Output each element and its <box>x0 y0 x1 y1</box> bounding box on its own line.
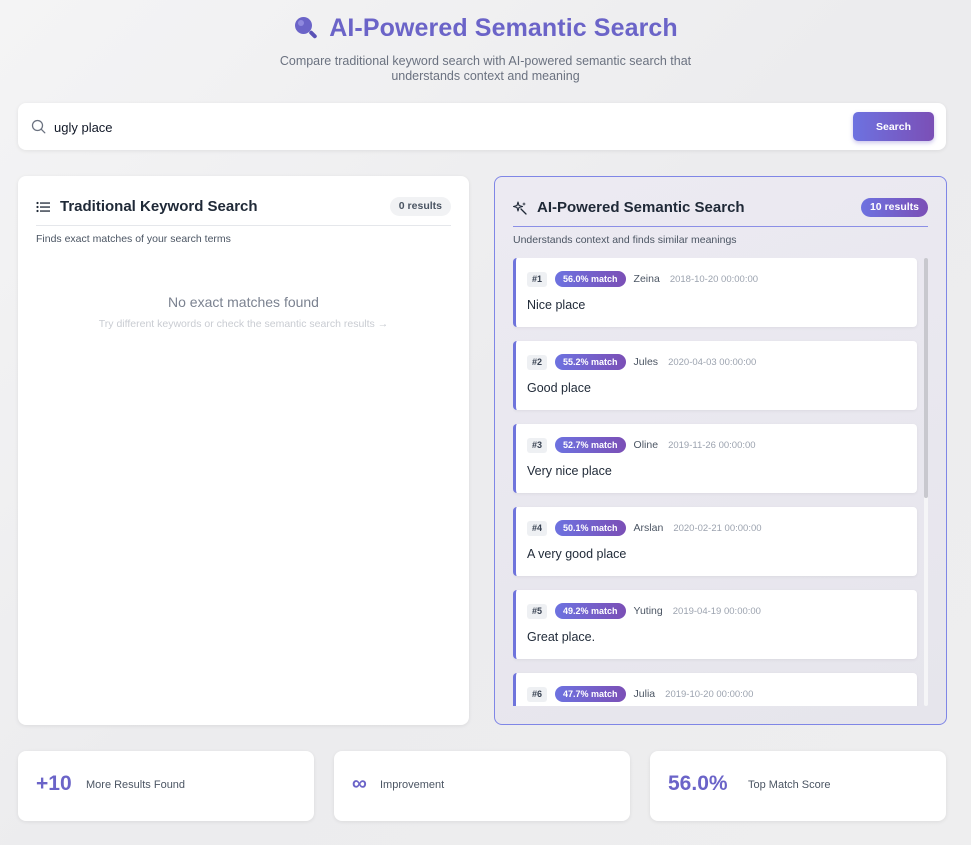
result-card[interactable]: #4 50.1% match Arslan 2020-02-21 00:00:0… <box>513 507 917 576</box>
stat-value: ∞ <box>352 772 367 795</box>
result-author: Oline <box>633 439 659 451</box>
result-card[interactable]: #6 47.7% match Julia 2019-10-20 00:00:00 <box>513 673 917 706</box>
result-rank: #1 <box>527 271 548 287</box>
search-input[interactable] <box>54 114 834 140</box>
semantic-search-panel: AI-Powered Semantic Search 10 results Un… <box>494 176 947 725</box>
stat-card-more-results: +10 More Results Found <box>18 751 314 821</box>
result-text: Great place. <box>527 630 596 644</box>
stat-label: Top Match Score <box>748 779 831 791</box>
title-row: AI-Powered Semantic Search <box>0 12 971 44</box>
result-date: 2020-04-03 00:00:00 <box>668 356 757 368</box>
result-date: 2019-11-26 00:00:00 <box>668 439 756 451</box>
result-text: A very good place <box>527 547 627 561</box>
search-icon <box>31 119 46 134</box>
stat-card-improvement: ∞ Improvement <box>334 751 630 821</box>
result-date: 2019-04-19 00:00:00 <box>672 605 761 617</box>
result-card[interactable]: #3 52.7% match Oline 2019-11-26 00:00:00… <box>513 424 917 493</box>
semantic-results-list[interactable]: #1 56.0% match Zeina 2018-10-20 00:00:00… <box>513 258 929 706</box>
result-meta: #2 55.2% match Jules 2020-04-03 00:00:00 <box>527 354 756 370</box>
result-rank: #2 <box>527 354 548 370</box>
result-meta: #1 56.0% match Zeina 2018-10-20 00:00:00 <box>527 271 758 287</box>
search-bar: Search <box>18 103 946 150</box>
keyword-panel-description: Finds exact matches of your search terms <box>36 233 231 245</box>
result-author: Arslan <box>633 522 664 534</box>
semantic-panel-title: AI-Powered Semantic Search <box>537 199 745 216</box>
match-score-badge: 55.2% match <box>555 354 626 370</box>
result-meta: #5 49.2% match Yuting 2019-04-19 00:00:0… <box>527 603 761 619</box>
stat-label: Improvement <box>380 779 445 791</box>
page-title: AI-Powered Semantic Search <box>329 13 678 42</box>
empty-state-hint: Try different keywords or check the sema… <box>98 318 389 330</box>
results-scrollbar[interactable] <box>924 258 928 706</box>
result-card[interactable]: #1 56.0% match Zeina 2018-10-20 00:00:00… <box>513 258 917 327</box>
result-rank: #5 <box>527 603 548 619</box>
result-text: Nice place <box>527 298 586 312</box>
result-rank: #3 <box>527 437 548 453</box>
semantic-panel-description: Understands context and finds similar me… <box>513 234 737 246</box>
keyword-search-panel: Traditional Keyword Search 0 results Fin… <box>18 176 469 725</box>
match-score-badge: 49.2% match <box>555 603 626 619</box>
result-rank: #4 <box>527 520 548 536</box>
result-author: Yuting <box>633 605 663 617</box>
result-date: 2020-02-21 00:00:00 <box>673 522 762 534</box>
stat-card-top-match: 56.0% Top Match Score <box>650 751 946 821</box>
semantic-panel-header: AI-Powered Semantic Search 10 results <box>513 191 928 227</box>
match-score-badge: 56.0% match <box>555 271 626 287</box>
keyword-result-count-badge: 0 results <box>389 197 451 216</box>
magnifier-icon <box>295 17 317 39</box>
result-rank: #6 <box>527 686 548 702</box>
match-score-badge: 47.7% match <box>555 686 626 702</box>
result-author: Zeina <box>633 273 660 285</box>
keyword-panel-header: Traditional Keyword Search 0 results <box>36 190 451 226</box>
page-header: AI-Powered Semantic Search Compare tradi… <box>0 12 971 84</box>
match-score-badge: 50.1% match <box>555 520 626 536</box>
result-meta: #3 52.7% match Oline 2019-11-26 00:00:00 <box>527 437 756 453</box>
stat-label: More Results Found <box>86 779 186 791</box>
page-subtitle: Compare traditional keyword search with … <box>279 54 692 83</box>
sparkles-icon <box>513 200 527 215</box>
semantic-result-count-badge: 10 results <box>860 198 928 217</box>
result-text: Good place <box>527 381 591 395</box>
stat-value: +10 <box>36 772 72 795</box>
result-meta: #6 47.7% match Julia 2019-10-20 00:00:00 <box>527 686 753 702</box>
result-meta: #4 50.1% match Arslan 2020-02-21 00:00:0… <box>527 520 762 536</box>
result-card[interactable]: #5 49.2% match Yuting 2019-04-19 00:00:0… <box>513 590 917 659</box>
result-date: 2019-10-20 00:00:00 <box>665 688 754 700</box>
result-author: Julia <box>633 688 656 700</box>
stat-value: 56.0% <box>668 772 728 795</box>
keyword-panel-title: Traditional Keyword Search <box>60 198 258 215</box>
scrollbar-thumb[interactable] <box>924 258 928 498</box>
search-button[interactable]: Search <box>853 112 934 141</box>
result-date: 2018-10-20 00:00:00 <box>669 273 759 285</box>
result-author: Jules <box>633 356 659 368</box>
result-card[interactable]: #2 55.2% match Jules 2020-04-03 00:00:00… <box>513 341 917 410</box>
empty-state-title: No exact matches found <box>168 294 319 310</box>
result-text: Very nice place <box>527 464 612 478</box>
match-score-badge: 52.7% match <box>555 437 626 453</box>
list-icon <box>36 201 50 212</box>
